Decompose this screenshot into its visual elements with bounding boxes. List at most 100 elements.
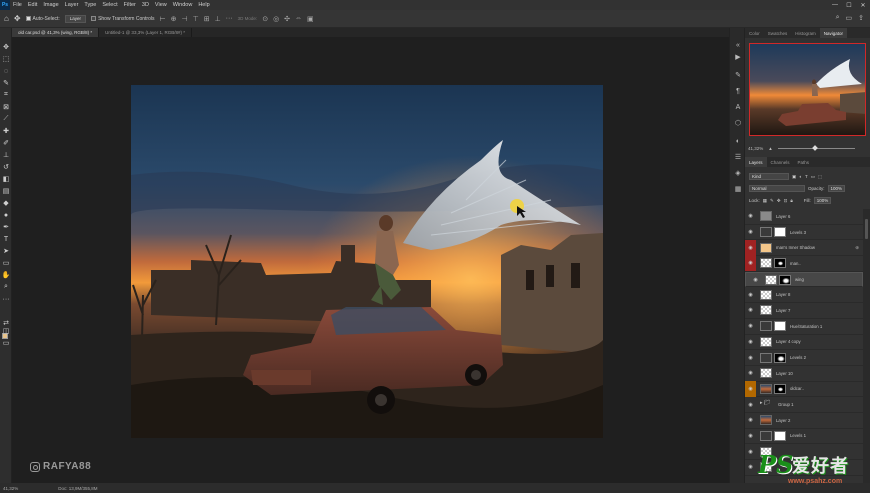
lock-all-icon[interactable]: 🔒︎ [790,198,792,203]
layer-thumbnail[interactable] [765,274,777,285]
menu-type[interactable]: Type [81,2,99,8]
eyedropper-tool[interactable]: ⟋ [1,114,11,124]
quick-select-tool[interactable]: ✎ [1,78,11,88]
layer-name[interactable]: Group 1 [778,402,794,407]
visibility-eye-icon[interactable]: ◉ [745,239,756,256]
layer-mask-thumbnail[interactable] [774,430,786,441]
visibility-eye-icon[interactable]: ◉ [745,255,756,272]
styles-icon[interactable]: ◈ [733,168,743,178]
3d-orbit-icon[interactable]: ⊙ [262,15,268,23]
layer-row[interactable]: ◉ wing [745,271,863,288]
zoom-tool[interactable]: ⌕ [1,282,11,292]
menu-3d[interactable]: 3D [139,2,152,8]
layers-scrollbar[interactable] [863,209,870,483]
auto-select-checkbox[interactable]: Auto-Select: [25,16,60,22]
tab-color[interactable]: Color [745,28,764,38]
document-canvas-image[interactable] [131,85,603,438]
visibility-eye-icon[interactable]: ◉ [745,460,756,476]
layer-thumbnail[interactable] [760,321,772,332]
filter-pixel-icon[interactable]: ▣ [792,174,796,180]
layer-name[interactable]: Hue/Saturation 1 [790,324,822,329]
visibility-eye-icon[interactable]: ◉ [745,334,756,350]
layer-row[interactable]: ◉ Hue/Saturation 1 [745,319,863,335]
3d-roll-icon[interactable]: ◎ [273,15,279,23]
layer-mask-thumbnail[interactable] [774,383,786,394]
visibility-eye-icon[interactable]: ◉ [745,428,756,444]
history-brush-tool[interactable]: ↺ [1,162,11,172]
shape-tool[interactable]: ▭ [1,258,11,268]
menu-help[interactable]: Help [195,2,212,8]
more-options-icon[interactable]: ··· [226,15,233,22]
layer-thumbnail[interactable] [760,211,772,222]
frame-tool[interactable]: ⊠ [1,102,11,112]
layer-name[interactable]: man.. [790,261,801,266]
filter-shape-icon[interactable]: ▭ [811,174,815,180]
screen-mode-icon[interactable]: ▭ [1,338,11,348]
menu-image[interactable]: Image [40,2,61,8]
visibility-eye-icon[interactable]: ◉ [745,412,756,428]
layer-mask-thumbnail[interactable] [774,321,786,332]
layer-name[interactable]: Levels 2 [790,355,806,360]
tab-paths[interactable]: Paths [794,157,814,167]
align-right-icon[interactable]: ⊣ [181,15,187,23]
eraser-tool[interactable]: ◧ [1,174,11,184]
lock-artboard-icon[interactable]: ⊡ [784,198,788,204]
marquee-tool[interactable]: ⬚ [1,54,11,64]
show-transform-checkbox[interactable]: Show Transform Controls [91,16,154,22]
doc-size[interactable]: Doc: 13,9M/355,8M [58,486,97,491]
home-icon[interactable]: ⌂ [4,14,9,23]
layer-name[interactable]: Layer 7 [776,308,790,313]
stamp-tool[interactable]: ⊥ [1,150,11,160]
lasso-tool[interactable]: ◌ [1,66,11,76]
visibility-eye-icon[interactable]: ◉ [745,318,756,334]
move-tool-icon[interactable]: ✥ [14,14,21,23]
layer-name[interactable]: wing [795,277,804,282]
layer-name[interactable]: Layer 8 [776,292,790,297]
navigator-preview[interactable] [749,43,866,136]
layer-row[interactable]: ◉ Layer 4 copy [745,335,863,351]
brush-settings-icon[interactable]: ✎ [733,70,743,80]
menu-view[interactable]: View [152,2,170,8]
libraries-icon[interactable]: ▦ [733,184,743,194]
filter-type-icon[interactable]: T [805,174,808,179]
brush-tool[interactable]: ✐ [1,138,11,148]
lock-pixels-icon[interactable]: ▦ [763,198,767,204]
zoom-slider[interactable] [777,144,855,151]
layer-thumbnail[interactable] [760,242,772,253]
layer-name[interactable]: Layer 6 [776,214,790,219]
character-icon[interactable]: A [733,102,743,112]
layer-row[interactable]: ◉ Layer 2 [745,413,863,429]
more-tools-icon[interactable]: ··· [1,294,11,304]
quick-mask-icon[interactable]: ◫ [1,326,11,336]
layer-thumbnail[interactable] [760,258,772,269]
visibility-eye-icon[interactable]: ◉ [750,272,761,288]
blur-tool[interactable]: ◆ [1,198,11,208]
layer-mask-thumbnail[interactable] [779,274,791,285]
move-tool[interactable]: ✥ [1,42,11,52]
tab-old-car[interactable]: old car.psd @ 41,3% (wing, RGB/8) * [12,28,100,37]
layer-row[interactable]: ◉ Levels 3 [745,225,863,241]
layer-row[interactable]: ◉ Levels 1 [745,429,863,445]
auto-select-dropdown[interactable]: Layer [64,14,87,23]
visibility-eye-icon[interactable]: ◉ [745,365,756,381]
filter-adjust-icon[interactable]: ◐ [799,174,802,179]
healing-tool[interactable]: ✚ [1,126,11,136]
collapse-icon[interactable]: « [733,40,743,50]
layer-mask-thumbnail[interactable] [774,227,786,238]
menu-select[interactable]: Select [99,2,120,8]
properties-icon[interactable]: ☰ [733,152,743,162]
blend-mode-dropdown[interactable]: Normal [749,185,805,192]
align-center-icon[interactable]: ⊕ [171,15,177,23]
gradient-tool[interactable]: ▤ [1,186,11,196]
layer-row[interactable]: ◉ man's Inner Shadow ⊛ [745,239,863,257]
filter-smart-icon[interactable]: ⬚ [818,174,822,180]
layer-thumbnail[interactable]: ▸ 📁︎ [760,400,774,410]
tab-swatches[interactable]: Swatches [764,28,792,38]
visibility-eye-icon[interactable]: ◉ [745,287,756,303]
layer-row[interactable]: ◉ oldcar.. [745,381,863,398]
3d-icon[interactable]: ⬡ [733,118,743,128]
layer-thumbnail[interactable] [760,289,772,300]
fill-input[interactable]: 100% [813,197,832,204]
maximize-button[interactable]: ☐ [842,0,856,10]
align-bottom-icon[interactable]: ⊥ [215,15,221,23]
